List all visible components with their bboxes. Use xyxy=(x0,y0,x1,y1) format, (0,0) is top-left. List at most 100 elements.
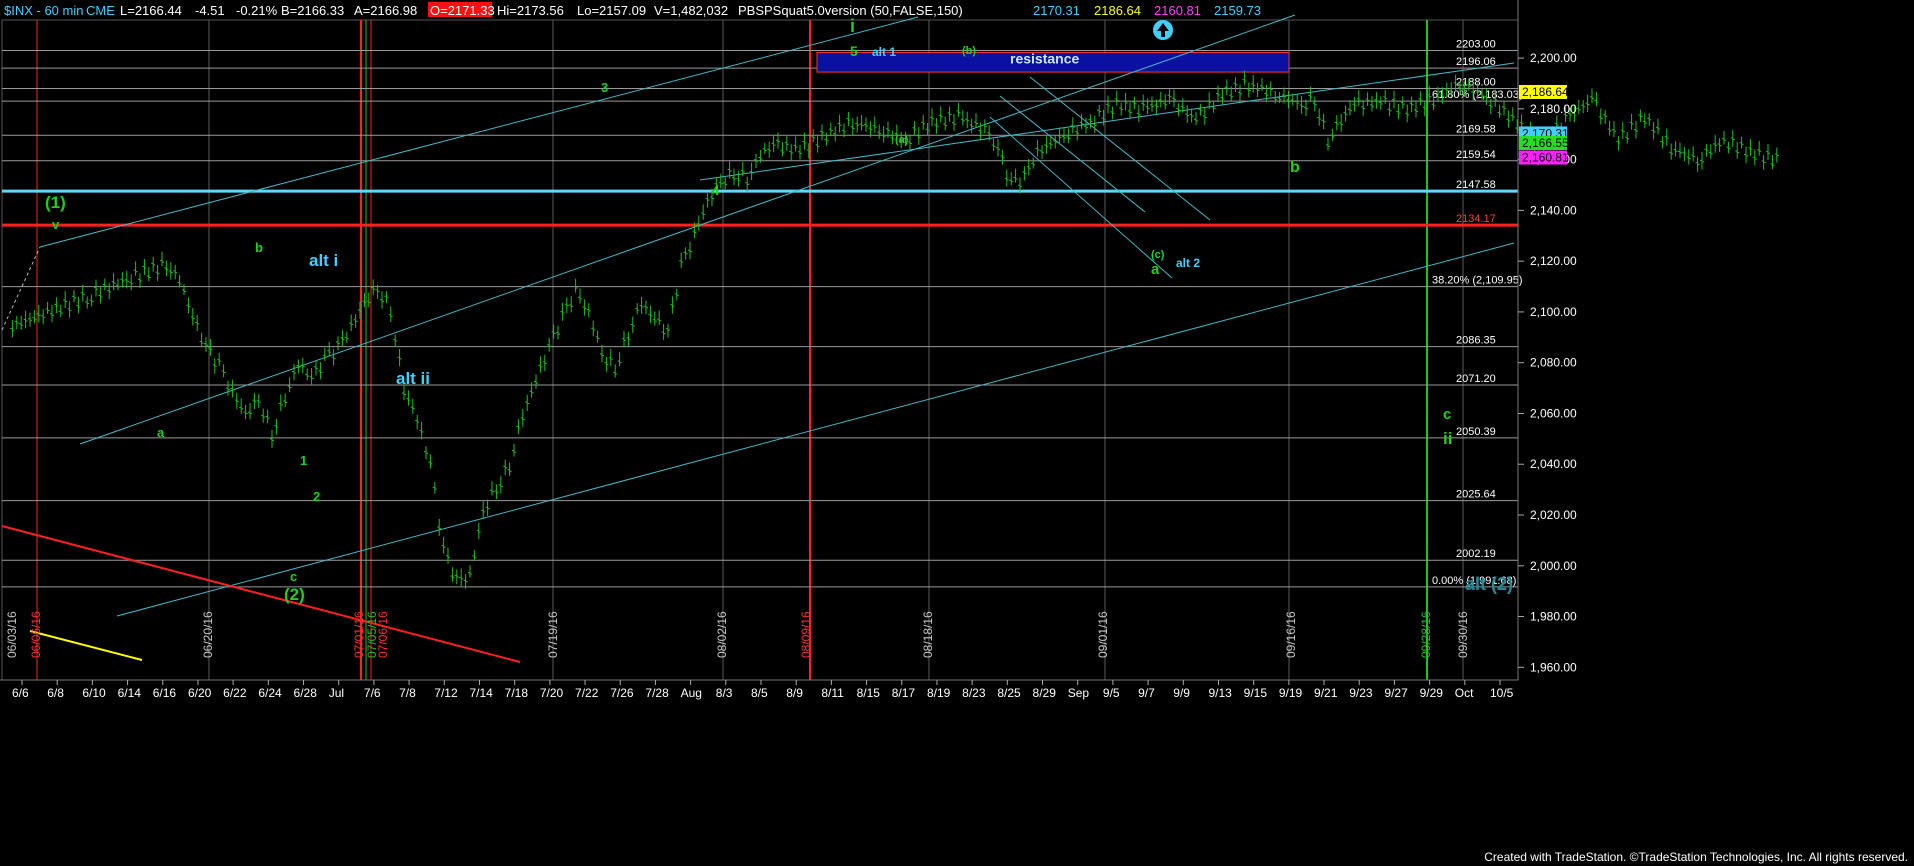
date-marker-label: 09/01/16 xyxy=(1096,611,1110,658)
x-tick-label: 9/5 xyxy=(1103,686,1120,700)
x-tick-label: 9/27 xyxy=(1384,686,1408,700)
y-tick-label: 2,140.00 xyxy=(1530,203,1577,217)
wave-label: (a) xyxy=(895,134,909,146)
date-marker-label: 08/09/16 xyxy=(799,611,813,658)
level-label: 38.20% (2,109.95) xyxy=(1432,275,1523,287)
chart-background xyxy=(0,0,1914,866)
header-symbol: $INX - 60 min xyxy=(4,3,83,18)
y-tick-label: 2,100.00 xyxy=(1530,305,1577,319)
x-tick-label: 8/19 xyxy=(927,686,951,700)
level-label: 2050.39 xyxy=(1456,426,1496,438)
level-label: 2134.17 xyxy=(1456,213,1496,225)
x-tick-label: 9/13 xyxy=(1208,686,1232,700)
x-tick-label: 6/6 xyxy=(12,686,29,700)
x-tick-label: 8/25 xyxy=(997,686,1021,700)
level-label: 2086.35 xyxy=(1456,335,1496,347)
level-label: 2188.00 xyxy=(1456,77,1496,89)
date-marker-label: 09/28/16 xyxy=(1419,611,1433,658)
x-tick-label: 9/19 xyxy=(1279,686,1303,700)
level-label: 2203.00 xyxy=(1456,38,1496,50)
x-tick-label: 6/20 xyxy=(188,686,212,700)
wave-label: 5 xyxy=(850,43,858,59)
x-tick-label: 6/24 xyxy=(258,686,282,700)
wave-label: c xyxy=(290,569,297,584)
x-tick-label: 8/17 xyxy=(892,686,916,700)
wave-label: 2 xyxy=(313,489,320,504)
y-tick-label: 2,040.00 xyxy=(1530,457,1577,471)
x-tick-label: 7/18 xyxy=(505,686,529,700)
header-change-pct: -0.21% xyxy=(236,3,278,18)
wave-label: alt i xyxy=(309,251,338,270)
wave-label: 4 xyxy=(712,183,720,198)
x-tick-label: 8/9 xyxy=(786,686,803,700)
price-flag-label: 2,166.55 xyxy=(1522,136,1569,150)
header-bid: B=2166.33 xyxy=(281,3,344,18)
y-tick-label: 2,000.00 xyxy=(1530,559,1577,573)
x-tick-label: 6/28 xyxy=(294,686,318,700)
x-tick-label: 9/23 xyxy=(1349,686,1373,700)
price-flag-label: 2,186.64 xyxy=(1522,85,1569,99)
date-marker-label: 09/30/16 xyxy=(1456,611,1470,658)
x-tick-label: 7/22 xyxy=(575,686,599,700)
header-exchange: CME xyxy=(86,3,115,18)
copyright-notice: Created with TradeStation. ©TradeStation… xyxy=(1484,850,1908,864)
date-marker-label: 09/16/16 xyxy=(1284,611,1298,658)
y-tick-label: 2,200.00 xyxy=(1530,51,1577,65)
wave-label: (c) xyxy=(1151,249,1165,261)
wave-label: ii xyxy=(1443,429,1452,448)
price-flag-label: 2,160.81 xyxy=(1522,151,1569,165)
level-label: 2169.58 xyxy=(1456,123,1496,135)
x-tick-label: 7/26 xyxy=(610,686,634,700)
x-tick-label: 10/5 xyxy=(1490,686,1514,700)
header-change: -4.51 xyxy=(195,3,225,18)
header-open: O=2171.33 xyxy=(430,3,495,18)
header-ind-value-4: 2159.73 xyxy=(1214,3,1261,18)
x-tick-label: 8/15 xyxy=(857,686,881,700)
x-tick-label: 7/12 xyxy=(434,686,458,700)
header-ind-value-3: 2160.81 xyxy=(1154,3,1201,18)
x-tick-label: 8/23 xyxy=(962,686,986,700)
wave-label: a xyxy=(157,425,165,440)
x-tick-label: Sep xyxy=(1068,686,1090,700)
header-ask: A=2166.98 xyxy=(354,3,417,18)
y-tick-label: 1,980.00 xyxy=(1530,610,1577,624)
wave-label: alt 1 xyxy=(872,45,896,59)
y-tick-label: 1,960.00 xyxy=(1530,660,1577,674)
wave-label: a xyxy=(1151,261,1160,278)
y-tick-label: 2,060.00 xyxy=(1530,406,1577,420)
wave-label: 1 xyxy=(300,453,307,468)
date-marker-label: 08/18/16 xyxy=(921,611,935,658)
x-tick-label: 7/20 xyxy=(540,686,564,700)
wave-label: alt 2 xyxy=(1176,256,1200,270)
x-tick-label: 9/21 xyxy=(1314,686,1338,700)
header-ind-value-2: 2186.64 xyxy=(1094,3,1141,18)
wave-label: b xyxy=(255,240,263,255)
x-tick-label: 8/5 xyxy=(751,686,768,700)
date-marker-label: 07/19/16 xyxy=(546,611,560,658)
wave-label: c xyxy=(1443,406,1451,423)
y-tick-label: 2,180.00 xyxy=(1530,102,1577,116)
wave-label: i xyxy=(850,16,855,36)
date-marker-label: 06/20/16 xyxy=(201,611,215,658)
x-tick-label: 8/29 xyxy=(1033,686,1057,700)
x-tick-label: 9/9 xyxy=(1173,686,1190,700)
x-tick-label: 7/8 xyxy=(399,686,416,700)
header-volume: V=1,482,032 xyxy=(654,3,728,18)
resistance-label: resistance xyxy=(1010,50,1079,66)
header-high: Hi=2173.56 xyxy=(497,3,564,18)
date-marker-label: 07/01/16 xyxy=(352,611,366,658)
wave-label: alt ii xyxy=(396,369,430,388)
date-marker-label: 07/06/16 xyxy=(376,611,390,658)
level-label: 2025.64 xyxy=(1456,489,1496,501)
x-tick-label: 6/14 xyxy=(118,686,142,700)
header-ind-value-1: 2170.31 xyxy=(1033,3,1080,18)
x-tick-label: 6/10 xyxy=(82,686,106,700)
wave-label: 3 xyxy=(601,80,608,95)
wave-label: alt (2) xyxy=(1465,574,1513,594)
date-marker-label: 06/03/16 xyxy=(5,611,19,658)
x-tick-label: Jul xyxy=(329,686,344,700)
x-tick-label: 9/15 xyxy=(1244,686,1268,700)
level-label: 2071.20 xyxy=(1456,373,1496,385)
price-chart: $INX - 60 min CME L=2166.44 -4.51 -0.21%… xyxy=(0,0,1914,866)
date-marker-label: 08/02/16 xyxy=(715,611,729,658)
